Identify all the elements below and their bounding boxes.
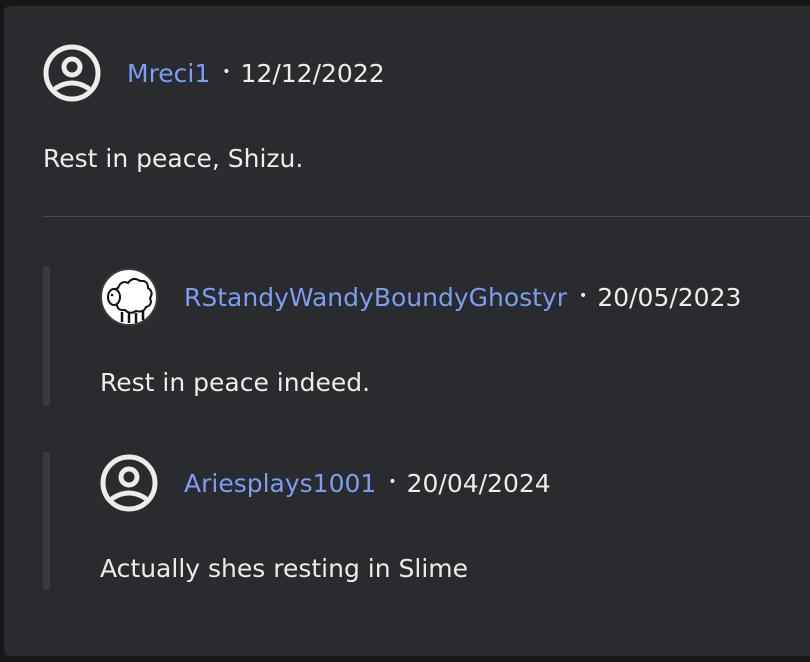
default-user-icon (100, 454, 158, 512)
meta-separator: • (222, 64, 231, 80)
reply-thread-line (43, 452, 50, 590)
avatar[interactable] (100, 454, 158, 512)
reply-username[interactable]: Ariesplays1001 (184, 469, 376, 498)
reply-header: Ariesplays1001 • 20/04/2024 (100, 454, 551, 512)
reply-date: 20/05/2023 (597, 282, 742, 312)
comment-text: Rest in peace, Shizu. (43, 144, 304, 173)
sheep-avatar-icon (100, 268, 158, 326)
default-user-icon (43, 44, 101, 102)
comment-header: Mreci1 • 12/12/2022 (43, 44, 385, 102)
reply-username[interactable]: RStandyWandyBoundyGhostyr (184, 283, 567, 312)
reply-text: Actually shes resting in Slime (100, 554, 469, 583)
reply-date: 20/04/2024 (406, 468, 551, 498)
reply-thread-line (43, 266, 50, 406)
meta-separator: • (388, 474, 397, 490)
meta-separator: • (579, 288, 588, 304)
reply-header: RStandyWandyBoundyGhostyr • 20/05/2023 (100, 268, 741, 326)
comment-date: 12/12/2022 (240, 58, 385, 88)
divider (43, 216, 810, 217)
avatar[interactable] (100, 268, 158, 326)
comment-username[interactable]: Mreci1 (127, 59, 210, 88)
avatar[interactable] (43, 44, 101, 102)
reply-text: Rest in peace indeed. (100, 368, 371, 397)
